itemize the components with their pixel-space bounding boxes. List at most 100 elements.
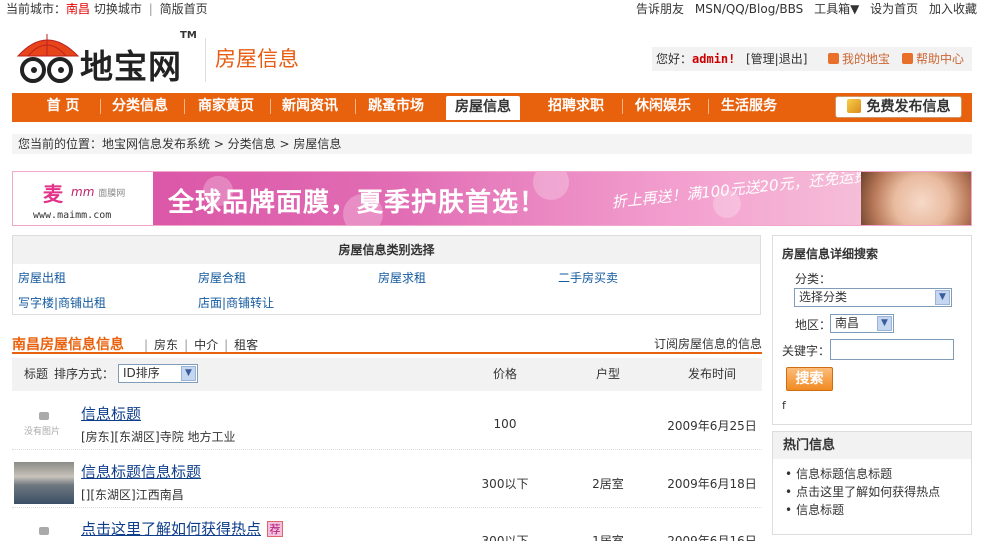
- keyword-label: 关键字：: [782, 344, 831, 358]
- column-price: 价格: [492, 367, 517, 381]
- user-icon: [828, 53, 839, 64]
- column-title: 标题: [24, 367, 49, 381]
- table-row: 点击这里了解如何获得热点荐 300以下 1居室 2009年6月16日: [12, 513, 762, 541]
- listing-desc: [房东][东湖区]寺院 地方工业: [81, 430, 236, 444]
- help-icon: [902, 53, 913, 64]
- tab-divider: |: [184, 338, 189, 352]
- banner-brand-suffix: mm 面膜网: [71, 185, 126, 199]
- table-row: 信息标题信息标题 [][东湖区]江西南昌 300以下 2居室 2009年6月18…: [12, 456, 762, 508]
- column-date: 发布时间: [687, 367, 736, 381]
- list-item[interactable]: 点击这里了解如何获得热点: [785, 483, 971, 501]
- banner-site-url: www.maimm.com: [33, 210, 112, 221]
- listing-title-link[interactable]: 信息标题: [81, 403, 141, 424]
- hot-info-title: 热门信息: [773, 432, 971, 459]
- chevron-down-icon: ▼: [935, 290, 950, 305]
- main-nav: 首 页 分类信息 商家黄页 新闻资讯 跳蚤市场 房屋信息 招聘求职 休闲娱乐 生…: [12, 93, 972, 122]
- top-bar-right: 告诉朋友 MSN/QQ/Blog/BBS 工具箱▼ 设为首页 加入收藏: [629, 0, 977, 18]
- tab-agent[interactable]: 中介: [194, 338, 218, 352]
- toolbox-link[interactable]: 工具箱▼: [814, 2, 859, 16]
- category-link[interactable]: 写字楼|商铺出租: [18, 294, 106, 311]
- tab-tenant[interactable]: 租客: [234, 338, 258, 352]
- free-post-button[interactable]: 免费发布信息: [835, 96, 962, 118]
- category-link[interactable]: 房屋合租: [198, 269, 246, 286]
- subscribe-link[interactable]: 订阅房屋信息的信息: [654, 335, 762, 352]
- share-link[interactable]: MSN/QQ/Blog/BBS: [695, 2, 803, 16]
- listing-title-link[interactable]: 点击这里了解如何获得热点荐: [81, 518, 284, 539]
- category-link[interactable]: 房屋出租: [18, 269, 66, 286]
- listing-title-link[interactable]: 信息标题信息标题: [81, 461, 201, 482]
- tab-divider: |: [144, 338, 149, 352]
- listing-date: 2009年6月16日: [667, 534, 757, 541]
- hot-info-box: 热门信息 信息标题信息标题 点击这里了解如何获得热点 信息标题: [772, 431, 972, 535]
- add-favorite-link[interactable]: 加入收藏: [929, 2, 977, 16]
- category-link[interactable]: 二手房买卖: [558, 269, 618, 286]
- listing-desc: [][东湖区]江西南昌: [81, 488, 184, 502]
- switch-city-link[interactable]: 切换城市: [94, 2, 142, 16]
- listing-price: 100: [493, 417, 517, 431]
- pen-icon: [846, 99, 861, 113]
- sort-select[interactable]: ID排序 ▼: [118, 364, 198, 383]
- category-link[interactable]: 房屋求租: [378, 269, 426, 286]
- nav-separator: [184, 99, 185, 114]
- tab-landlord[interactable]: 房东: [154, 338, 178, 352]
- listing-date: 2009年6月18日: [667, 477, 757, 491]
- nav-separator: [355, 99, 356, 114]
- nav-life-services[interactable]: 生活服务: [714, 93, 784, 119]
- tell-friend-link[interactable]: 告诉朋友: [636, 2, 684, 16]
- nav-separator: [270, 99, 271, 114]
- section-title: 房屋信息: [215, 47, 299, 71]
- banner-headline: 全球品牌面膜，夏季护肤首选！: [168, 188, 547, 218]
- camera-icon: [39, 527, 49, 535]
- table-header: 标题 排序方式： ID排序 ▼ 价格 户型 发布时间: [12, 358, 762, 391]
- set-homepage-link[interactable]: 设为首页: [870, 2, 918, 16]
- nav-news[interactable]: 新闻资讯: [276, 93, 344, 119]
- keyword-input[interactable]: [830, 339, 954, 360]
- current-city[interactable]: 南昌: [66, 2, 90, 16]
- category-link[interactable]: 店面|商铺转让: [198, 294, 274, 311]
- my-dibao-link[interactable]: 我的地宝: [828, 47, 890, 71]
- listing-divider: [12, 352, 762, 354]
- top-divider: |: [148, 2, 153, 16]
- list-item[interactable]: 信息标题信息标题: [785, 465, 971, 483]
- category-select[interactable]: 选择分类 ▼: [794, 288, 952, 307]
- username[interactable]: admin!: [692, 52, 735, 66]
- sort-label: 排序方式：: [54, 367, 115, 381]
- nav-jobs[interactable]: 招聘求职: [540, 93, 612, 119]
- banner-brand-logo: 麦 mm 面膜网 www.maimm.com: [13, 172, 153, 225]
- ad-banner[interactable]: 麦 mm 面膜网 www.maimm.com 全球品牌面膜，夏季护肤首选！ 折上…: [12, 171, 972, 226]
- listing-date: 2009年6月25日: [667, 419, 757, 433]
- category-label: 分类：: [795, 272, 832, 286]
- no-image-thumbnail: 没有图片: [14, 404, 74, 446]
- nav-flea-market[interactable]: 跳蚤市场: [362, 93, 430, 119]
- simple-home-link[interactable]: 简版首页: [160, 2, 208, 16]
- nav-yellow-pages[interactable]: 商家黄页: [192, 93, 260, 119]
- listing-rooms: 1居室: [592, 534, 624, 541]
- nav-separator: [100, 99, 101, 114]
- help-center-link[interactable]: 帮助中心: [902, 47, 964, 71]
- area-label: 地区：: [795, 318, 832, 332]
- stray-text: f: [782, 399, 786, 412]
- table-row: 没有图片 信息标题 [房东][东湖区]寺院 地方工业 100 2009年6月25…: [12, 398, 762, 450]
- category-box-title: 房屋信息类别选择: [13, 236, 760, 264]
- breadcrumb: 您当前的位置：地宝网信息发布系统 > 分类信息 > 房屋信息: [12, 134, 972, 154]
- listing-price: 300以下: [481, 534, 529, 541]
- detail-search-box: 房屋信息详细搜索 分类： 选择分类 ▼ 地区： 南昌 ▼ 关键字： 搜索 f: [772, 235, 972, 425]
- user-box: 您好：admin! [管理|退出] 我的地宝 帮助中心: [652, 47, 972, 71]
- listing-photo[interactable]: [14, 462, 74, 504]
- nav-classifieds[interactable]: 分类信息: [106, 93, 174, 119]
- list-item[interactable]: 信息标题: [785, 501, 971, 519]
- search-button[interactable]: 搜索: [786, 367, 833, 391]
- manage-logout-links[interactable]: [管理|退出]: [746, 47, 807, 71]
- hot-info-list: 信息标题信息标题 点击这里了解如何获得热点 信息标题: [773, 459, 971, 519]
- nav-home[interactable]: 首 页: [32, 93, 94, 119]
- nav-leisure[interactable]: 休闲娱乐: [628, 93, 698, 119]
- nav-housing[interactable]: 房屋信息: [446, 96, 520, 120]
- nav-separator: [622, 99, 623, 114]
- area-select[interactable]: 南昌 ▼: [830, 314, 894, 333]
- recommended-badge: 荐: [267, 521, 284, 537]
- umbrella-mascot-icon: [16, 34, 80, 83]
- chevron-down-icon: ▼: [877, 316, 892, 331]
- header-divider: [205, 38, 206, 82]
- search-box-title: 房屋信息详细搜索: [782, 247, 879, 261]
- category-box: 房屋信息类别选择 房屋出租 房屋合租 房屋求租 二手房买卖 写字楼|商铺出租 店…: [12, 235, 761, 315]
